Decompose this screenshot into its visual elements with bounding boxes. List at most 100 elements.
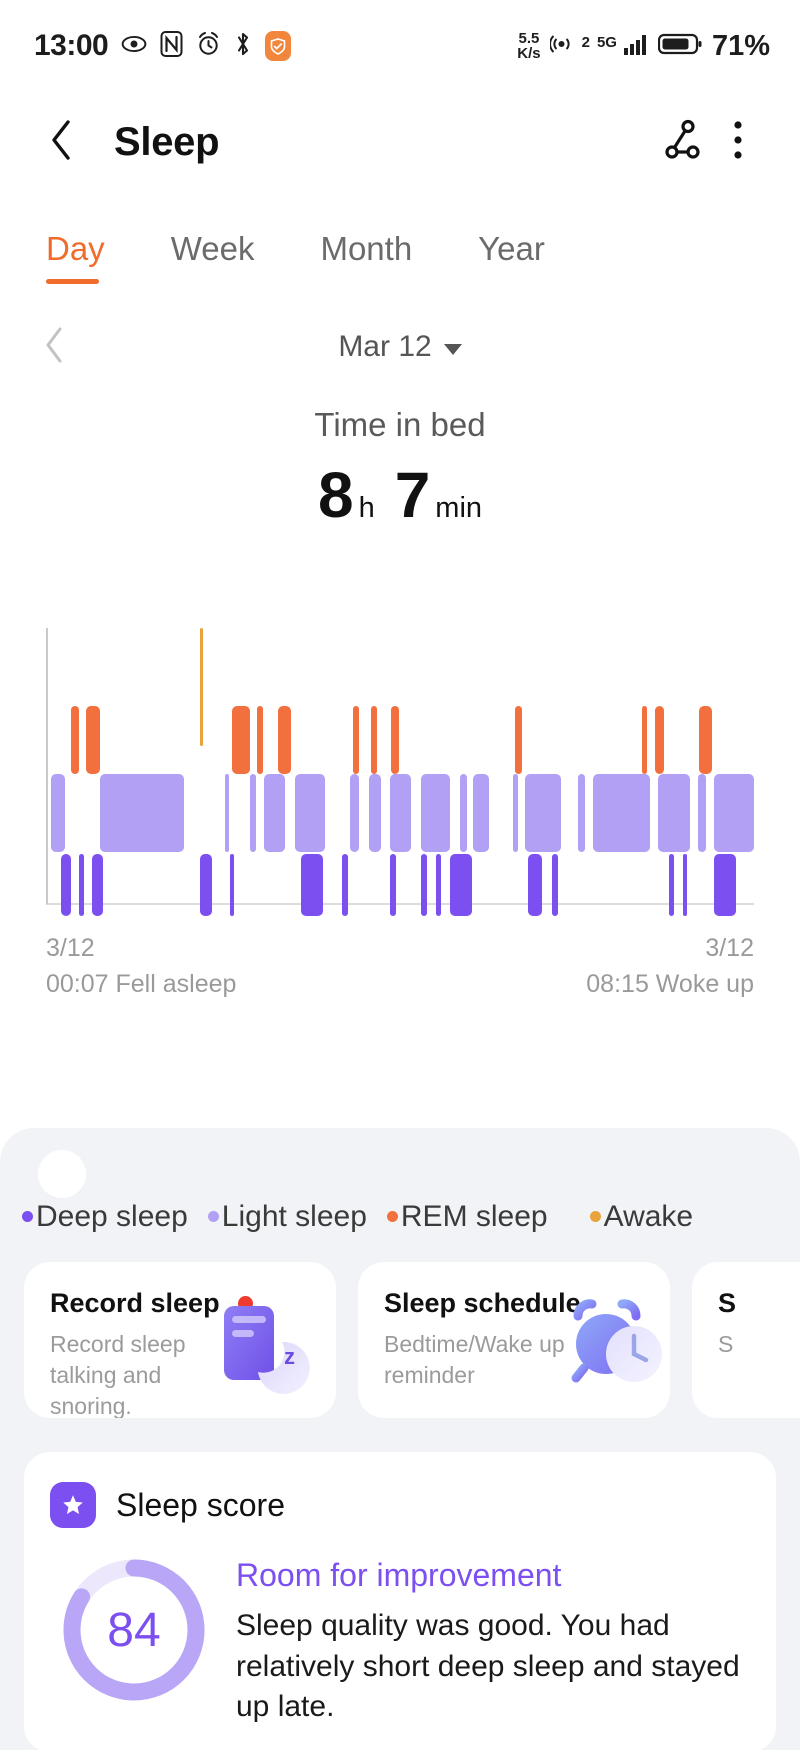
sleep-segment-rem bbox=[371, 706, 377, 774]
sleep-segment-deep bbox=[683, 854, 687, 916]
record-sleep-card[interactable]: Record sleep Record sleep talking and sn… bbox=[24, 1262, 336, 1418]
sleep-segment-light bbox=[657, 774, 691, 852]
caret-down-icon bbox=[443, 343, 462, 355]
legend-label-deep: Deep sleep bbox=[36, 1200, 188, 1233]
sleep-segment-rem bbox=[231, 706, 250, 774]
signal-bars-icon bbox=[623, 31, 649, 62]
sleep-start-info: 3/12 00:07 Fell asleep bbox=[46, 931, 236, 1002]
sleep-segment-deep bbox=[669, 854, 675, 916]
share-node-icon bbox=[659, 117, 705, 168]
chart-lane-light bbox=[48, 774, 754, 852]
sleep-end-date: 3/12 bbox=[705, 934, 754, 962]
third-feature-card[interactable]: S S bbox=[692, 1262, 800, 1418]
bluetooth-icon bbox=[234, 31, 252, 62]
sleep-score-verdict: Room for improvement bbox=[236, 1557, 562, 1593]
chevron-left-icon bbox=[43, 326, 65, 369]
sleep-segment-light bbox=[264, 774, 286, 852]
sleep-segment-rem bbox=[70, 706, 80, 774]
sleep-segment-light bbox=[420, 774, 451, 852]
sim-indicator: 2 bbox=[581, 33, 590, 51]
sleep-end-text: 08:15 Woke up bbox=[586, 969, 754, 998]
tab-week[interactable]: Week bbox=[171, 230, 255, 284]
sleep-score-card[interactable]: Sleep score 84 Room for improvement Slee… bbox=[24, 1452, 776, 1752]
sleep-stage-legend: Deep sleep Light sleep REM sleep Awake bbox=[0, 1128, 800, 1234]
sleep-score-text: Room for improvement Sleep quality was g… bbox=[236, 1554, 750, 1727]
sleep-segment-deep bbox=[79, 854, 84, 916]
sleep-score-title: Sleep score bbox=[116, 1486, 285, 1523]
sleep-segment-rem bbox=[391, 706, 399, 774]
sheet-handle[interactable] bbox=[38, 1150, 86, 1198]
legend-dot-deep bbox=[22, 1210, 33, 1222]
sleep-segment-deep bbox=[714, 854, 736, 916]
legend-item-deep-sleep: Deep sleep bbox=[22, 1200, 188, 1234]
status-bar-left: 13:00 bbox=[34, 29, 292, 63]
sleep-chart-container bbox=[0, 628, 800, 916]
chart-lane-deep bbox=[48, 854, 754, 916]
sleep-segment-light bbox=[224, 774, 230, 852]
hours-unit: h bbox=[358, 492, 375, 524]
hours-value: 8 bbox=[317, 459, 354, 531]
legend-dot-awake bbox=[589, 1210, 601, 1222]
sleep-segment-light bbox=[525, 774, 561, 852]
eye-care-icon bbox=[121, 31, 147, 62]
sleep-segment-light bbox=[100, 774, 184, 852]
share-button[interactable] bbox=[654, 114, 710, 170]
previous-day-button[interactable] bbox=[30, 323, 78, 371]
sleep-schedule-card[interactable]: Sleep schedule Bedtime/Wake up reminder bbox=[358, 1262, 670, 1418]
sleep-segment-deep bbox=[200, 854, 212, 916]
date-selector[interactable]: Mar 12 bbox=[338, 330, 462, 364]
sleep-schedule-title: Sleep schedule bbox=[384, 1288, 581, 1318]
sleep-score-value: 84 bbox=[107, 1603, 161, 1657]
sleep-segment-light bbox=[249, 774, 256, 852]
sleep-segment-light bbox=[473, 774, 489, 852]
legend-item-awake: Awake bbox=[589, 1200, 693, 1234]
sleep-segment-rem bbox=[642, 706, 648, 774]
sleep-segment-light bbox=[389, 774, 411, 852]
record-sleep-desc: Record sleep talking and snoring. bbox=[50, 1331, 186, 1418]
sleep-start-text: 00:07 Fell asleep bbox=[46, 969, 237, 998]
chart-lane-rem bbox=[48, 706, 754, 774]
bottom-sheet: Deep sleep Light sleep REM sleep Awake R… bbox=[0, 1128, 800, 1752]
status-bar-right: 5.5 K/s 2 5G 71% bbox=[517, 30, 770, 63]
sleep-segment-deep bbox=[420, 854, 428, 916]
sleep-segment-light bbox=[295, 774, 325, 852]
third-card-desc: S bbox=[718, 1331, 734, 1357]
tab-year[interactable]: Year bbox=[478, 230, 545, 284]
network-speed-unit: K/s bbox=[517, 45, 541, 62]
legend-item-rem-sleep: REM sleep bbox=[386, 1200, 548, 1234]
tab-month[interactable]: Month bbox=[320, 230, 412, 284]
network-speed-value: 5.5 bbox=[518, 30, 540, 47]
network-type-label: 5G bbox=[596, 33, 617, 51]
alarm-clock-icon bbox=[558, 1292, 662, 1396]
time-in-bed-value: 8 h 7 min bbox=[0, 458, 800, 532]
sleep-segment-deep bbox=[91, 854, 104, 916]
star-badge-icon bbox=[50, 1482, 96, 1528]
phone-moon-icon: z bbox=[216, 1298, 320, 1402]
tab-day[interactable]: Day bbox=[46, 230, 105, 284]
svg-text:z: z bbox=[284, 1344, 295, 1369]
time-in-bed-label: Time in bed bbox=[314, 406, 486, 443]
more-options-button[interactable] bbox=[710, 114, 766, 170]
sleep-segment-light bbox=[50, 774, 65, 852]
status-bar: 13:00 5.5 K/s 2 5G 71% bbox=[0, 0, 800, 92]
sleep-segment-deep bbox=[528, 854, 543, 916]
sleep-score-gauge: 84 bbox=[58, 1554, 210, 1706]
sleep-segment-rem bbox=[86, 706, 100, 774]
sleep-segment-deep bbox=[300, 854, 324, 916]
more-vertical-icon bbox=[732, 118, 744, 167]
legend-label-light: Light sleep bbox=[221, 1200, 367, 1233]
sleep-start-date: 3/12 bbox=[46, 934, 95, 962]
back-button[interactable] bbox=[48, 118, 88, 166]
sleep-score-body: 84 Room for improvement Sleep quality wa… bbox=[50, 1554, 750, 1727]
period-tabs: Day Week Month Year bbox=[0, 230, 800, 284]
legend-label-rem: REM sleep bbox=[400, 1200, 548, 1233]
nfc-icon bbox=[160, 30, 183, 62]
sleep-schedule-desc: Bedtime/Wake up reminder bbox=[384, 1331, 565, 1388]
app-header: Sleep bbox=[0, 92, 800, 192]
network-speed: 5.5 K/s bbox=[517, 31, 540, 61]
sleep-segment-deep bbox=[552, 854, 559, 916]
hypnogram-chart[interactable] bbox=[46, 628, 754, 916]
minutes-value: 7 bbox=[394, 459, 431, 531]
legend-item-light-sleep: Light sleep bbox=[207, 1200, 367, 1234]
sleep-segment-rem bbox=[278, 706, 291, 774]
